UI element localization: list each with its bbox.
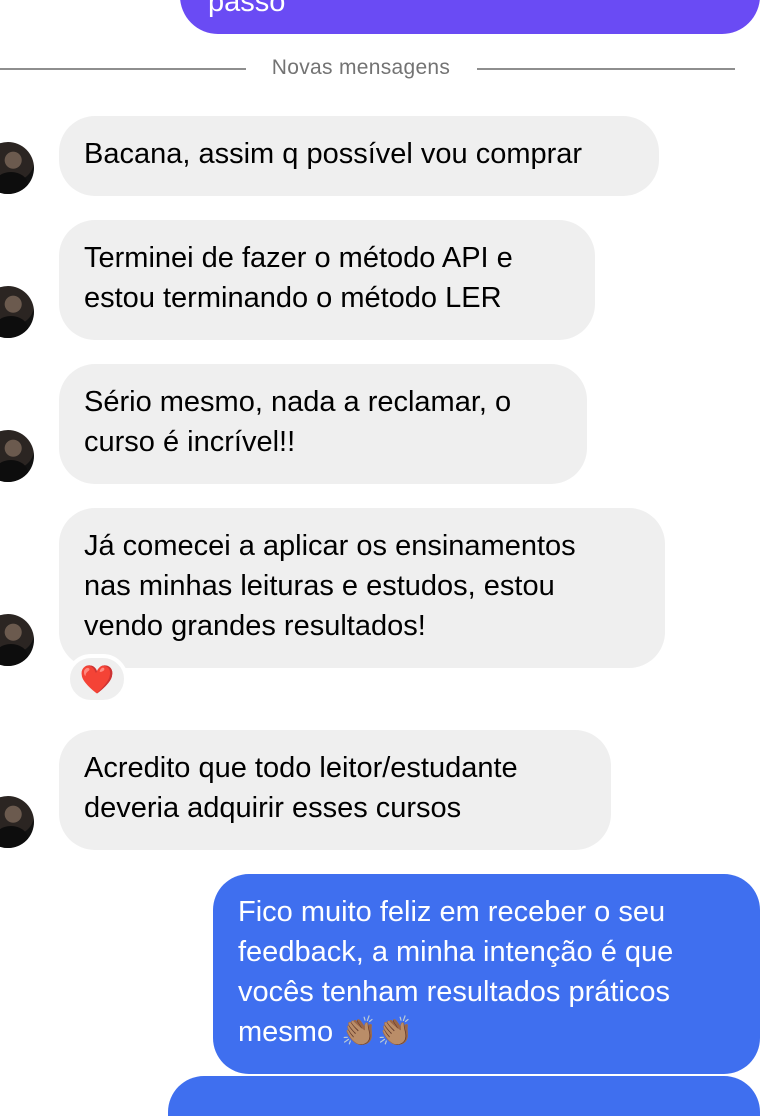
incoming-message[interactable]: Acredito que todo leitor/estudante dever…: [59, 730, 611, 850]
avatar[interactable]: [0, 430, 34, 482]
outgoing-message-partial[interactable]: passo: [180, 0, 760, 34]
incoming-message[interactable]: Terminei de fazer o método API e estou t…: [59, 220, 595, 340]
incoming-message[interactable]: Bacana, assim q possível vou comprar: [59, 116, 659, 196]
avatar[interactable]: [0, 796, 34, 848]
divider-line-left: [0, 68, 246, 70]
divider-line-right: [477, 68, 735, 70]
avatar[interactable]: [0, 142, 34, 194]
incoming-message[interactable]: Sério mesmo, nada a reclamar, o curso é …: [59, 364, 587, 484]
message-text: passo: [208, 0, 286, 18]
avatar[interactable]: [0, 614, 34, 666]
outgoing-message[interactable]: Fico muito feliz em receber o seu feedba…: [213, 874, 760, 1074]
incoming-message[interactable]: Já comecei a aplicar os ensinamentos nas…: [59, 508, 665, 668]
avatar[interactable]: [0, 286, 34, 338]
new-messages-divider: Novas mensagens: [271, 56, 451, 79]
heart-reaction-icon[interactable]: ❤️: [66, 654, 128, 704]
outgoing-message-partial[interactable]: [168, 1076, 760, 1116]
